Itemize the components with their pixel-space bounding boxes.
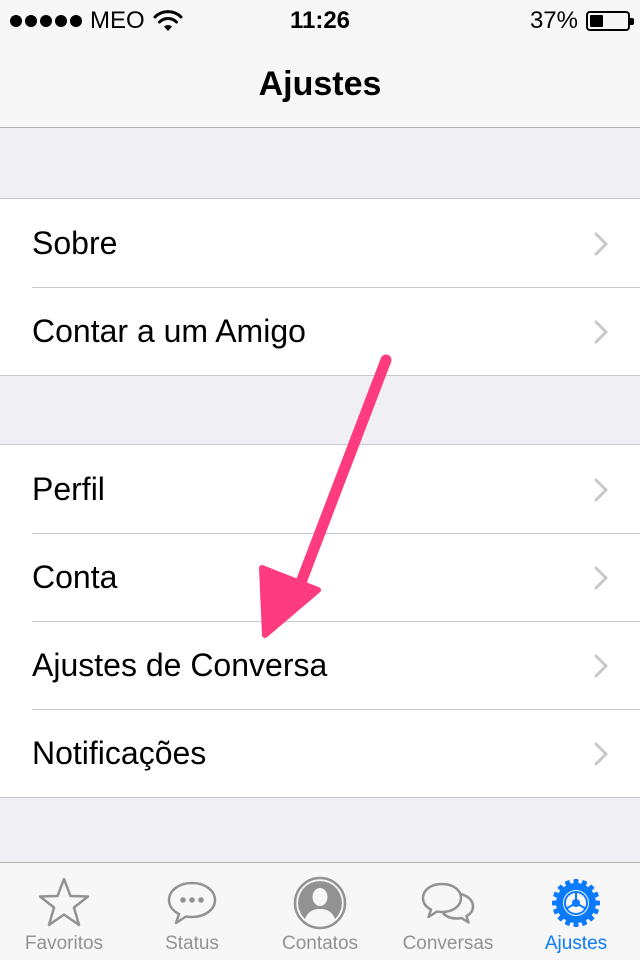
tab-label: Status (165, 933, 219, 954)
tab-contatos[interactable]: Contatos (256, 863, 384, 960)
settings-group-account: Perfil Conta Ajustes de Conversa Notific… (0, 444, 640, 798)
settings-row-conta[interactable]: Conta (0, 533, 640, 621)
star-icon (38, 877, 90, 927)
battery-icon (586, 11, 634, 31)
tab-label: Conversas (402, 933, 494, 954)
tab-bar: Favoritos Status Contatos Conversas Ajus… (0, 862, 640, 960)
status-right: 37% (529, 7, 634, 35)
settings-row-perfil[interactable]: Perfil (0, 445, 640, 533)
tab-favoritos[interactable]: Favoritos (0, 863, 128, 960)
chevron-right-icon (594, 742, 608, 766)
two-speech-bubbles-icon (421, 882, 475, 924)
tab-label: Contatos (281, 933, 359, 954)
settings-row-contar-amigo[interactable]: Contar a um Amigo (0, 287, 640, 375)
tab-status[interactable]: Status (128, 863, 256, 960)
row-label: Sobre (32, 224, 118, 261)
row-label: Ajustes de Conversa (32, 646, 328, 683)
tab-label: Ajustes (544, 933, 608, 954)
contact-person-icon (293, 876, 347, 930)
screen: MEO 11:26 37% Ajustes Sobre Contar a um … (0, 0, 640, 960)
battery-percent: 37% (529, 7, 578, 34)
speech-bubble-dots-icon (167, 881, 217, 925)
row-label: Notificações (32, 734, 207, 771)
row-label: Conta (32, 558, 118, 595)
tab-label: Favoritos (24, 933, 104, 954)
tab-ajustes[interactable]: Ajustes (512, 863, 640, 960)
settings-group-info: Sobre Contar a um Amigo (0, 198, 640, 376)
chevron-right-icon (594, 654, 608, 678)
chevron-right-icon (594, 478, 608, 502)
settings-row-notificacoes[interactable]: Notificações (0, 709, 640, 797)
row-label: Contar a um Amigo (32, 312, 306, 349)
settings-row-sobre[interactable]: Sobre (0, 199, 640, 287)
chevron-right-icon (594, 566, 608, 590)
row-label: Perfil (32, 470, 105, 507)
chevron-right-icon (594, 232, 608, 256)
status-bar: MEO 11:26 37% (0, 0, 640, 40)
chevron-right-icon (594, 320, 608, 344)
navigation-bar: Ajustes (0, 40, 640, 128)
gear-icon (552, 879, 600, 927)
tab-conversas[interactable]: Conversas (384, 863, 512, 960)
settings-row-ajustes-conversa[interactable]: Ajustes de Conversa (0, 621, 640, 709)
page-title: Ajustes (258, 65, 382, 103)
